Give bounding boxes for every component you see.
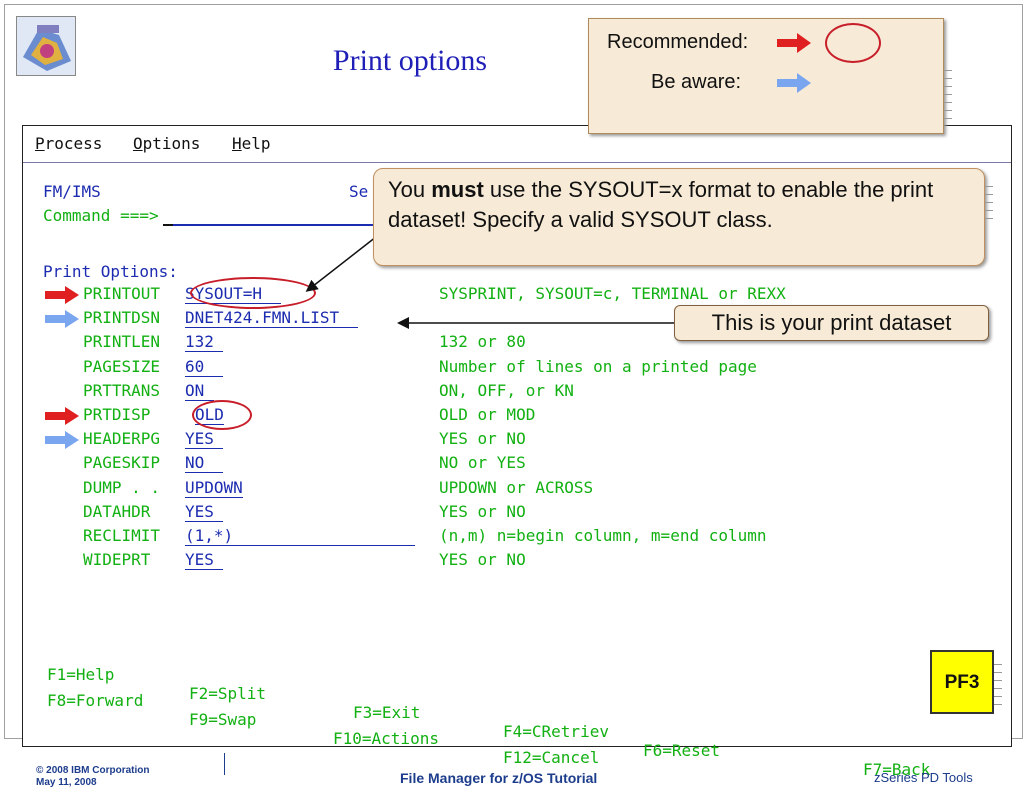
option-name: PRTTRANS [83,380,161,400]
option-row: PRTDISP OLD OLD or MOD [23,405,1011,427]
red-arrow-icon [45,407,79,425]
blue-arrow-icon [777,73,811,93]
footer-product: zSeries PD Tools [874,770,973,785]
option-description: NO or YES [439,453,526,473]
option-row: HEADERPG YES YES or NO [23,429,1011,451]
legend-recommended-label: Recommended: [607,31,749,53]
option-description: SYSPRINT, SYSOUT=c, TERMINAL or REXX [439,284,786,303]
option-name: PRINTLEN [83,332,161,352]
option-row: PRINTOUT SYSOUT=H SYSPRINT, SYSOUT=c, TERM… [23,284,1011,306]
highlight-prtdisp-value [192,400,252,430]
option-name: DUMP . . [83,477,161,497]
legend-callout: Recommended: Be aware: [588,18,944,134]
fkey-f6[interactable]: F6=Reset [643,741,720,760]
option-row: PAGESIZE 60 Number of lines on a printed p… [23,357,1011,379]
callout-emphasis: must [431,177,484,202]
option-name: PRINTOUT [83,284,161,303]
option-name: RECLIMIT [83,526,161,545]
fkey-f3[interactable]: F3=Exit [353,703,420,722]
option-description: YES or NO [439,501,526,521]
option-description: YES or NO [439,550,526,570]
option-value-input[interactable]: ON [185,381,214,401]
option-name: HEADERPG [83,429,161,449]
pf3-key-badge: PF3 [930,650,994,714]
option-value-input[interactable]: (1,*) [185,526,416,546]
option-description: Number of lines on a printed page [439,356,757,376]
fkey-f8[interactable]: F8=Forward [47,691,143,710]
option-description: (n,m) n=begin column, m=end column [439,526,767,545]
panel-id: FM/IMS [43,182,101,201]
command-cursor [163,224,173,226]
section-title: Print Options: [43,262,178,281]
option-value-input[interactable]: YES [185,429,224,450]
option-name: PAGESKIP [83,453,161,473]
fkey-f4[interactable]: F4=CRetriev [503,722,609,741]
command-label: Command ===> [43,206,159,225]
option-row: DATAHDR YES YES or NO [23,502,1011,524]
fkey-f12[interactable]: F12=Cancel [503,748,599,767]
fkey-f2[interactable]: F2=Split [189,684,266,703]
panel-title-fragment: Se [349,182,369,201]
option-value-input[interactable]: 60 [185,357,224,377]
legend-aware-label: Be aware: [651,71,742,93]
option-value-input[interactable]: NO [185,453,224,474]
pf3-tick-marks [994,664,1002,712]
option-row: PRTTRANS ON ON, OFF, or KN [23,381,1011,403]
option-name: PRINTDSN [83,308,161,328]
option-row: WIDEPRT YES YES or NO [23,550,1011,572]
blue-arrow-icon [45,431,79,450]
option-description: OLD or MOD [439,405,536,424]
option-value-input[interactable]: DNET424.FMN.LIST [185,308,358,329]
footer-copyright: © 2008 IBM Corporation May 11, 2008 [36,765,150,788]
legend-tick-marks [944,70,952,126]
menu-help[interactable]: Help [232,134,271,153]
fkey-f10[interactable]: F10=Actions [333,729,439,748]
callout-tick-marks [985,186,993,226]
red-arrow-icon [777,33,811,53]
menu-options[interactable]: Options [133,134,200,153]
ibm-tool-logo [16,16,76,76]
slide-title: Print options [332,44,488,77]
option-name: DATAHDR [83,501,151,521]
option-name: PRTDISP [83,405,151,424]
footer-divider [224,753,225,775]
option-description: ON, OFF, or KN [439,380,574,400]
dataset-callout: This is your print dataset [674,305,989,341]
option-value-input[interactable]: UPDOWN [185,478,243,498]
option-description: UPDOWN or ACROSS [439,477,594,497]
red-circle-icon [825,23,881,63]
option-row: DUMP . . UPDOWN UPDOWN or ACROSS [23,478,1011,500]
option-value-input[interactable]: YES [185,502,224,522]
highlight-printout-value [190,277,316,309]
sysout-callout: You must use the SYSOUT=x format to enab… [373,168,985,266]
option-row: PAGESKIP NO NO or YES [23,453,1011,475]
option-description: 132 or 80 [439,332,526,352]
option-value-input[interactable]: 132 [185,332,224,353]
fkey-f9[interactable]: F9=Swap [189,710,256,729]
option-value-input[interactable]: YES [185,550,224,571]
menu-process[interactable]: Process [35,134,102,153]
option-row: RECLIMIT (1,*) (n,m) n=begin column, m=end… [23,526,1011,548]
option-description: YES or NO [439,429,526,449]
option-name: WIDEPRT [83,550,151,570]
red-arrow-icon [45,286,79,304]
blue-arrow-icon [45,310,79,329]
option-name: PAGESIZE [83,356,161,376]
footer-title: File Manager for z/OS Tutorial [400,770,598,786]
